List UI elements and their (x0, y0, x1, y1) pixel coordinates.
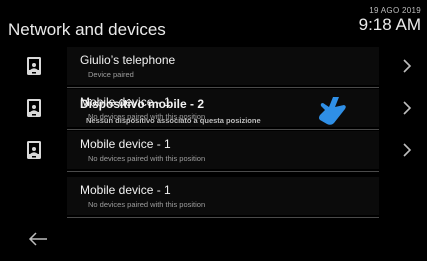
phone-icon (27, 99, 41, 117)
list-item-label-box: Mobile device - 1 No devices paired with… (67, 177, 379, 218)
header-bar: Network and devices 19 AGO 2019 9:18 AM (0, 0, 427, 44)
back-arrow-icon[interactable] (27, 230, 49, 248)
touch-hand-icon (319, 97, 346, 125)
chevron-right-icon[interactable] (401, 142, 413, 158)
clock: 19 AGO 2019 9:18 AM (359, 6, 421, 34)
list-item-name: Mobile device - 1 (80, 183, 171, 197)
list-item[interactable]: Giulio’s telephone Device paired (0, 47, 427, 89)
page-title: Network and devices (8, 20, 166, 39)
phone-icon (27, 57, 41, 75)
list-item-name: Giulio’s telephone (80, 53, 176, 67)
list-item-status: No devices paired with this position (88, 154, 206, 163)
time-label: 9:18 AM (358, 15, 421, 34)
list-item-status: Device paired (88, 70, 134, 79)
phone-icon (27, 141, 41, 159)
list-item[interactable]: Mobile device - 1 No devices paired with… (0, 131, 427, 173)
overlay-text: Dispositivo mobile - 2 Nessun dispositiv… (80, 97, 261, 125)
overlay-item-status: Nessun dispositivo associato a questa po… (86, 116, 261, 125)
list-item-label-box: Giulio’s telephone Device paired (67, 47, 379, 88)
overlay-item-name: Dispositivo mobile - 2 (80, 97, 205, 111)
list-item-name: Mobile device - 1 (80, 137, 171, 151)
list-item[interactable]: Mobile device - 1 No devices paired with… (0, 177, 427, 219)
chevron-right-icon[interactable] (401, 58, 413, 74)
list-item-label-box: Mobile device - 1 No devices paired with… (67, 131, 379, 172)
list-item-status: No devices paired with this position (88, 200, 206, 209)
chevron-right-icon[interactable] (401, 100, 413, 116)
